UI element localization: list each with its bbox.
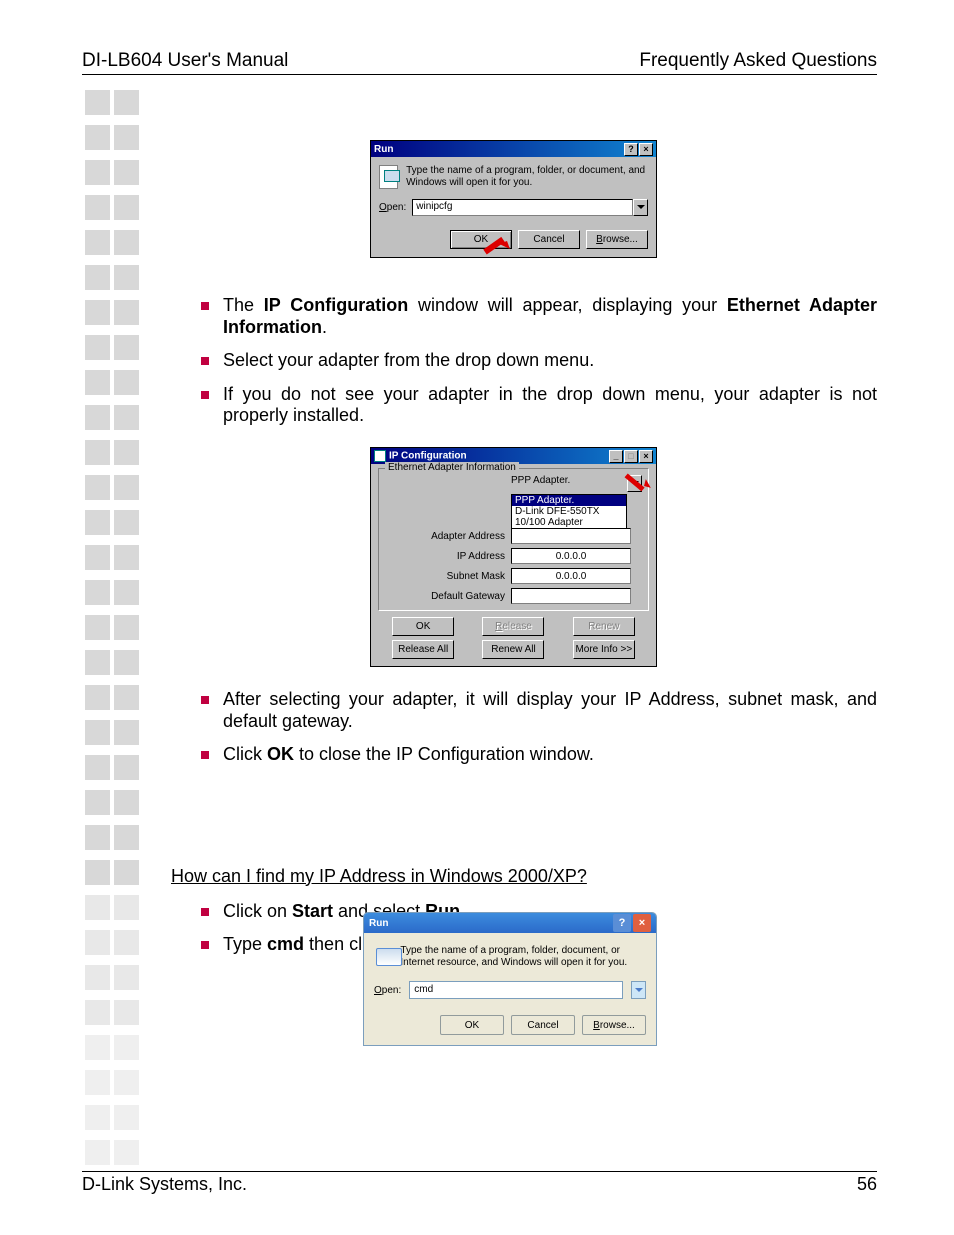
- field-label: IP Address: [385, 551, 511, 562]
- header-rule: [82, 74, 877, 75]
- dropdown-item[interactable]: D-Link DFE-550TX 10/100 Adapter: [512, 506, 626, 528]
- cancel-button[interactable]: Cancel: [511, 1015, 575, 1035]
- run-dialog-winxp: Run ? × Type the name of a program, fold…: [363, 912, 657, 1046]
- close-button[interactable]: ×: [639, 450, 653, 463]
- adapter-address-value: [511, 528, 631, 544]
- run-icon: [374, 945, 390, 969]
- adapter-combo[interactable]: PPP Adapter.: [511, 475, 627, 492]
- subnet-mask-value: 0.0.0.0: [511, 568, 631, 584]
- dropdown-button[interactable]: [633, 199, 648, 216]
- title-text: Run: [369, 918, 388, 929]
- bullet-item: Select your adapter from the drop down m…: [171, 350, 877, 372]
- footer-rule: [82, 1171, 877, 1172]
- open-input[interactable]: cmd: [409, 981, 623, 999]
- gateway-value: [511, 588, 631, 604]
- ipconfig-dialog: IP Configuration _ □ × Ethernet Adapter …: [370, 447, 657, 667]
- titlebar[interactable]: Run ? ×: [371, 141, 656, 157]
- minimize-button[interactable]: _: [609, 450, 623, 463]
- cancel-button[interactable]: Cancel: [518, 230, 580, 249]
- bullet-item: After selecting your adapter, it will di…: [171, 689, 877, 732]
- page-number: 56: [857, 1174, 877, 1195]
- close-button[interactable]: ×: [639, 143, 653, 156]
- ok-button[interactable]: OK: [440, 1015, 504, 1035]
- question-heading: How can I find my IP Address in Windows …: [171, 866, 877, 887]
- decorative-squares: [85, 90, 139, 1175]
- bullet-item: If you do not see your adapter in the dr…: [171, 384, 877, 427]
- release-all-button[interactable]: elease AllRelease All: [392, 640, 454, 659]
- dropdown-item[interactable]: PPP Adapter.: [512, 495, 626, 506]
- bullet-item: Click OK to close the IP Configuration w…: [171, 744, 877, 766]
- field-label: Adapter Address: [385, 531, 511, 542]
- group-label: Ethernet Adapter Information: [385, 462, 519, 473]
- help-button[interactable]: ?: [613, 914, 631, 932]
- description-text: Type the name of a program, folder, docu…: [400, 945, 646, 969]
- open-label: Open:: [379, 202, 406, 213]
- release-button[interactable]: Release: [482, 617, 544, 636]
- footer-left: D-Link Systems, Inc.: [82, 1174, 247, 1195]
- open-input[interactable]: winipcfg: [412, 199, 633, 216]
- header-right: Frequently Asked Questions: [639, 50, 877, 72]
- help-button[interactable]: ?: [624, 143, 638, 156]
- browse-button[interactable]: Browse...: [586, 230, 648, 249]
- description-text: Type the name of a program, folder, or d…: [406, 165, 648, 189]
- ok-button[interactable]: OK: [392, 617, 454, 636]
- close-button[interactable]: ×: [633, 914, 651, 932]
- title-text: Run: [374, 144, 393, 155]
- header-left: DI-LB604 User's Manual: [82, 50, 288, 72]
- dropdown-list: PPP Adapter. D-Link DFE-550TX 10/100 Ada…: [511, 494, 627, 529]
- renew-all-button[interactable]: Renew All: [482, 640, 544, 659]
- ip-address-value: 0.0.0.0: [511, 548, 631, 564]
- field-label: Subnet Mask: [385, 571, 511, 582]
- dropdown-button[interactable]: [631, 981, 646, 999]
- browse-button[interactable]: Browse...: [582, 1015, 646, 1035]
- bullet-item: The IP Configuration window will appear,…: [171, 295, 877, 338]
- renew-button[interactable]: Renew: [573, 617, 635, 636]
- titlebar[interactable]: Run ? ×: [364, 913, 656, 933]
- run-icon: [379, 165, 398, 189]
- title-text: IP Configuration: [374, 450, 467, 462]
- open-label: Open:: [374, 985, 401, 996]
- more-info-button[interactable]: More Info >>: [573, 640, 635, 659]
- field-label: Default Gateway: [385, 591, 511, 602]
- maximize-button[interactable]: □: [624, 450, 638, 463]
